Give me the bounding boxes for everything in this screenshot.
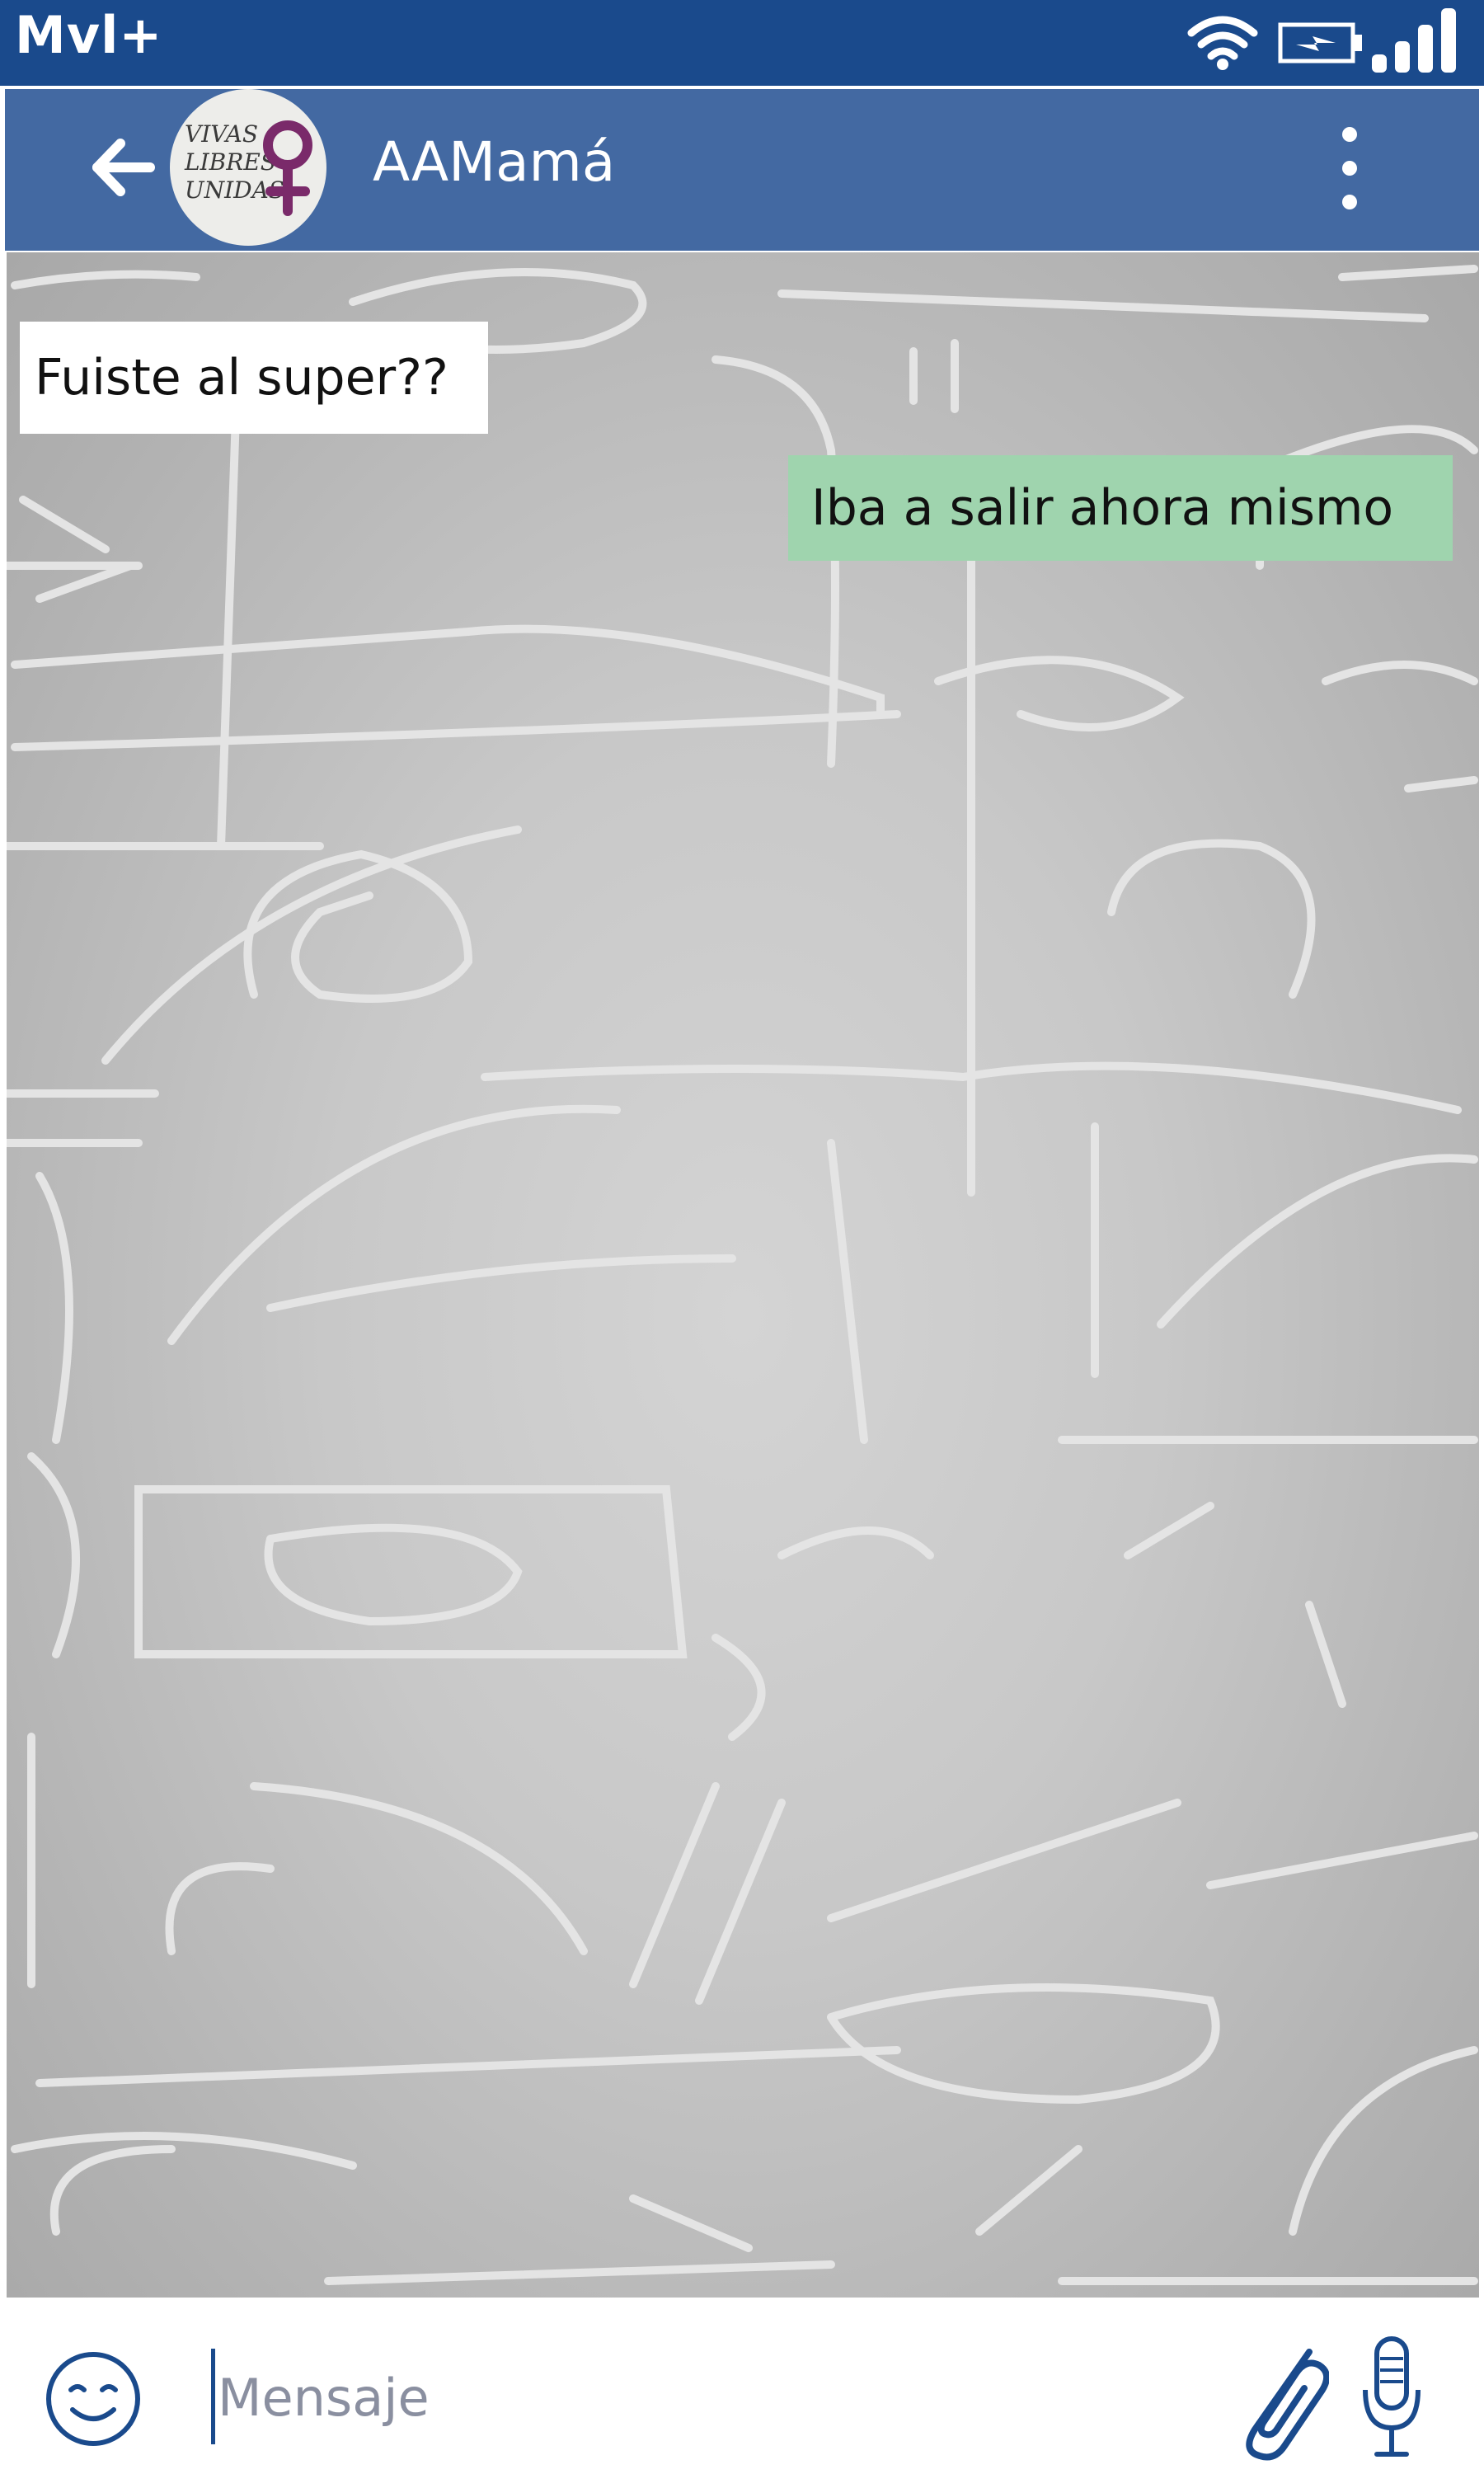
contact-name[interactable]: AAMamá (373, 130, 615, 194)
arrow-left-icon (92, 139, 155, 196)
paperclip-icon (1246, 2349, 1331, 2461)
message-bubble-incoming[interactable]: Fuiste al super?? (20, 322, 488, 434)
carrier-label: Mvl+ (15, 5, 163, 65)
battery-charging-icon (1278, 22, 1362, 63)
contact-avatar[interactable]: VIVAS LIBRES UNIDAS (170, 89, 326, 246)
message-input[interactable] (218, 2352, 1207, 2443)
message-text: Fuiste al super?? (35, 349, 448, 407)
message-text: Iba a salir ahora mismo (811, 479, 1394, 537)
microphone-button[interactable] (1359, 2334, 1425, 2462)
chat-area[interactable]: Fuiste al super?? Iba a salir ahora mism… (7, 252, 1479, 2298)
attach-button[interactable] (1230, 2331, 1331, 2462)
signal-icon (1372, 8, 1456, 73)
more-options-button[interactable] (1324, 117, 1374, 219)
chat-header: VIVAS LIBRES UNIDAS AAMamá (5, 89, 1479, 251)
status-bar: Mvl+ (0, 0, 1484, 86)
smiley-icon (46, 2352, 140, 2446)
back-button[interactable] (87, 130, 162, 205)
message-composer (0, 2301, 1484, 2474)
message-bubble-outgoing[interactable]: Iba a salir ahora mismo (788, 455, 1453, 561)
emoji-button[interactable] (45, 2350, 142, 2448)
microphone-icon (1363, 2336, 1421, 2457)
female-symbol-icon (263, 120, 312, 216)
wifi-icon (1187, 16, 1258, 70)
text-cursor (211, 2349, 215, 2444)
